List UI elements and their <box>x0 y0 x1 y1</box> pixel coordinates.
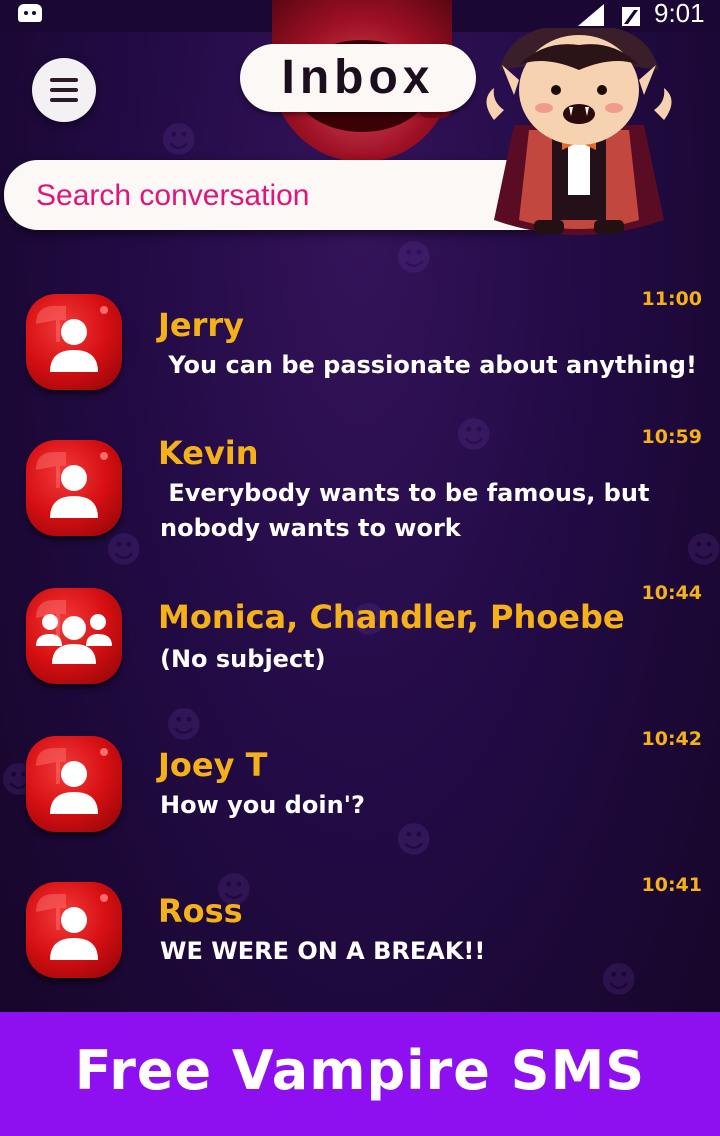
conversation-item-group[interactable]: Monica, Chandler, Phoebe (No subject) 10… <box>0 580 720 720</box>
vampire-mascot-icon <box>486 28 672 235</box>
message-preview: (No subject) <box>160 645 326 673</box>
message-time: 11:00 <box>641 288 702 310</box>
contact-avatar[interactable] <box>26 440 122 536</box>
message-preview: WE WERE ON A BREAK!! <box>160 937 486 965</box>
message-preview: Everybody wants to be famous, but nobody… <box>160 479 650 542</box>
contact-avatar[interactable] <box>26 588 122 684</box>
single-person-icon <box>36 748 108 814</box>
message-preview: How you doin'? <box>160 791 365 819</box>
contact-avatar[interactable] <box>26 294 122 390</box>
promo-banner[interactable]: Free Vampire SMS <box>0 1012 720 1136</box>
app-notification-icon <box>18 4 42 22</box>
message-time: 10:42 <box>641 728 702 750</box>
conversation-item-jerry[interactable]: Jerry You can be passionate about anythi… <box>0 286 720 426</box>
message-time: 10:44 <box>641 582 702 604</box>
single-person-icon <box>36 452 108 518</box>
hamburger-menu-icon <box>50 78 78 82</box>
conversation-item-joey[interactable]: Joey T How you doin'? 10:42 <box>0 728 720 868</box>
conversation-item-ross[interactable]: Ross WE WERE ON A BREAK!! 10:41 <box>0 874 720 1014</box>
message-time: 10:59 <box>641 426 702 448</box>
contact-name: Jerry <box>158 306 245 344</box>
contact-name: Joey T <box>158 746 268 784</box>
bg-skull-icon: ☻ <box>395 238 433 279</box>
bg-skull-icon: ☻ <box>160 120 198 161</box>
menu-button[interactable] <box>32 58 96 122</box>
message-time: 10:41 <box>641 874 702 896</box>
contact-name: Kevin <box>158 434 259 472</box>
contact-name: Ross <box>158 892 243 930</box>
conversation-item-kevin[interactable]: Kevin Everybody wants to be famous, but … <box>0 426 720 566</box>
page-title: Inbox <box>240 44 476 112</box>
contact-name: Monica, Chandler, Phoebe <box>158 598 625 636</box>
contact-avatar[interactable] <box>26 736 122 832</box>
search-input[interactable] <box>34 176 498 216</box>
message-preview: You can be passionate about anything! <box>160 351 697 379</box>
single-person-icon <box>36 894 108 960</box>
group-people-icon <box>36 600 112 664</box>
contact-avatar[interactable] <box>26 882 122 978</box>
single-person-icon <box>36 306 108 372</box>
